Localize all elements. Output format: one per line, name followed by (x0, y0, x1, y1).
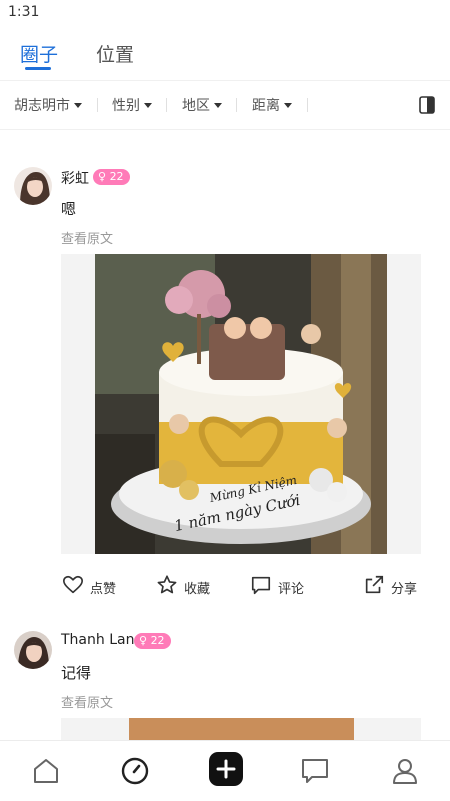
active-tab-indicator (25, 67, 51, 70)
like-label: 点赞 (90, 582, 117, 597)
profile-icon[interactable] (389, 755, 421, 787)
tab-circle[interactable]: 圈子 (20, 40, 58, 67)
filter-region[interactable]: 地区 (182, 95, 222, 115)
filter-gender[interactable]: 性别 (112, 95, 152, 115)
badge-icon: ♀ (98, 170, 107, 183)
badge-value: 22 (109, 170, 124, 183)
add-icon[interactable] (208, 751, 244, 787)
avatar-image (14, 631, 52, 669)
status-time: 1:31 (8, 4, 40, 20)
top-tabs: 圈子 位置 (0, 30, 450, 80)
filter-divider (307, 98, 308, 112)
caret-down-icon (144, 102, 152, 108)
filter-gender-label: 性别 (112, 98, 140, 114)
avatar[interactable] (14, 631, 52, 669)
comment-label: 评论 (278, 582, 305, 597)
filter-city-label: 胡志明市 (14, 98, 70, 114)
caret-down-icon (284, 102, 292, 108)
favorite-label: 收藏 (184, 582, 211, 597)
username[interactable]: Thanh Lan (61, 632, 134, 648)
caret-down-icon (214, 102, 222, 108)
badge-icon: ♀ (139, 634, 148, 647)
level-badge: ♀ 22 (134, 633, 171, 649)
discover-icon[interactable] (119, 755, 151, 787)
share-label: 分享 (391, 582, 418, 597)
heart-icon (63, 575, 83, 594)
view-original-link[interactable]: 查看原文 (61, 692, 113, 711)
caret-down-icon (74, 102, 82, 108)
filter-distance[interactable]: 距离 (252, 95, 292, 115)
favorite-button[interactable]: 收藏 (156, 574, 216, 598)
home-icon[interactable] (30, 755, 62, 787)
share-icon (365, 575, 384, 594)
avatar[interactable] (14, 167, 52, 205)
post-actions: 点赞 收藏 评论 分享 (0, 570, 450, 602)
filter-distance-label: 距离 (252, 98, 280, 114)
tab-location[interactable]: 位置 (96, 40, 134, 67)
badge-value: 22 (150, 634, 165, 647)
post-content: 嗯 (61, 200, 77, 218)
post-image[interactable]: Mừng Kỉ Niệm 1 năm ngày Cưới (61, 254, 421, 554)
status-bar: 1:31 (0, 0, 450, 26)
level-badge: ♀ 22 (93, 169, 130, 185)
filter-region-label: 地区 (182, 98, 210, 114)
bottom-nav (0, 740, 450, 801)
comment-icon (251, 576, 271, 595)
filter-city[interactable]: 胡志明市 (14, 95, 82, 115)
avatar-image (14, 167, 52, 205)
message-icon[interactable] (299, 755, 331, 787)
filter-divider (166, 98, 167, 112)
filter-divider (236, 98, 237, 112)
like-button[interactable]: 点赞 (62, 574, 122, 598)
username[interactable]: 彩虹 (61, 168, 89, 188)
comment-button[interactable]: 评论 (250, 574, 310, 598)
star-icon (157, 575, 177, 594)
post-content: 记得 (61, 664, 92, 682)
filter-bar: 胡志明市 性别 地区 距离 (0, 80, 450, 130)
share-button[interactable]: 分享 (363, 574, 423, 598)
filter-divider (97, 98, 98, 112)
layout-toggle-icon[interactable] (419, 96, 435, 114)
view-original-link[interactable]: 查看原文 (61, 228, 113, 247)
